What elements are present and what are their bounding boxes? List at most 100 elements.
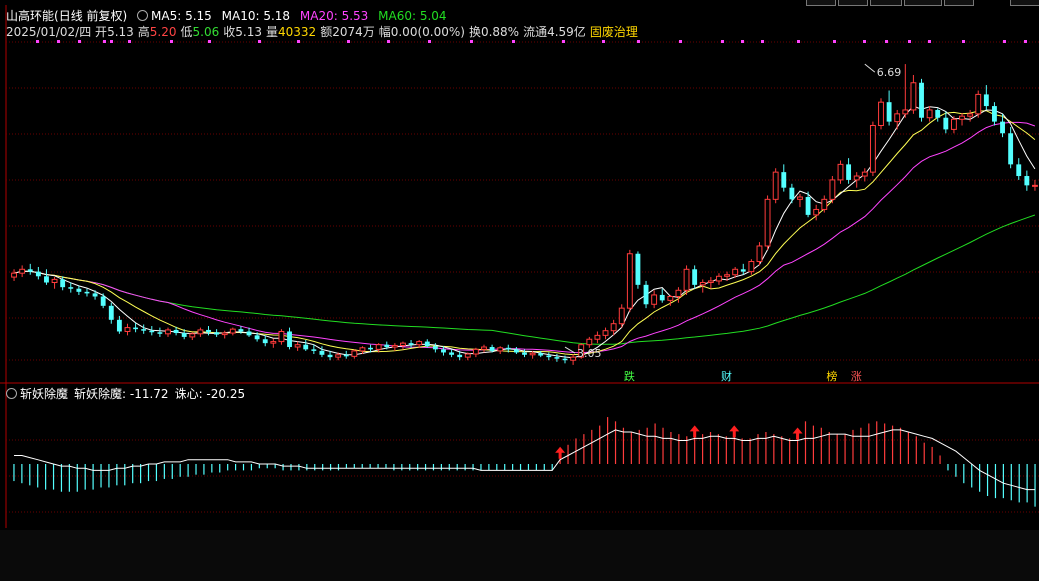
ma60-value: MA60: 5.04 <box>378 9 447 23</box>
candle-body <box>643 284 649 305</box>
candle-body <box>975 93 982 115</box>
period-label[interactable]: (日线 前复权) <box>54 9 127 23</box>
candle-body <box>391 344 398 348</box>
ma20-line <box>13 121 1036 354</box>
signal-dot <box>512 40 515 43</box>
candle-body <box>651 294 658 305</box>
signal-dot <box>347 40 350 43</box>
candle-body <box>667 296 674 301</box>
candle-body <box>133 327 139 330</box>
signal-dot <box>761 40 764 43</box>
indicator-name[interactable]: 斩妖除魔 <box>20 387 68 401</box>
signal-dot <box>637 40 640 43</box>
candle-body <box>84 291 90 294</box>
candle-body <box>983 94 989 107</box>
candle-body <box>894 113 901 123</box>
candle-body <box>538 353 544 356</box>
candle-body <box>294 344 301 348</box>
candle-body <box>124 327 131 332</box>
candle-body <box>287 331 292 348</box>
low-value: 5.06 <box>192 25 220 39</box>
candle-body <box>19 268 26 274</box>
candle-body <box>562 358 568 361</box>
volume-label: 量 <box>265 25 278 39</box>
open-label: 开 <box>95 25 108 39</box>
candle-body <box>464 353 471 358</box>
candle-body <box>950 118 957 130</box>
candle-body <box>359 347 366 352</box>
candle-body <box>400 342 406 346</box>
candle-body <box>707 280 714 284</box>
candle-body <box>659 294 665 301</box>
signal-dot <box>885 40 888 43</box>
candle-body <box>60 279 66 288</box>
signal-dot <box>928 40 931 43</box>
candle-body <box>602 330 609 336</box>
signal-dot <box>833 40 836 43</box>
candle-body <box>797 196 803 200</box>
candle-body <box>732 268 739 276</box>
candle-body <box>27 269 33 272</box>
candle-body <box>764 198 771 247</box>
candle-body <box>683 268 690 291</box>
candle-body <box>959 115 965 120</box>
candle-body <box>618 307 625 325</box>
candle-body <box>837 163 844 181</box>
signal-dot <box>962 40 965 43</box>
amount-value: 额2074万 <box>320 25 375 39</box>
concept-tag[interactable]: 固废治理 <box>590 25 638 39</box>
candle-body <box>716 275 722 282</box>
candle-body <box>594 334 601 340</box>
candle-body <box>853 175 860 181</box>
candle-body <box>375 344 382 350</box>
candle-body <box>197 329 204 335</box>
ohlc-info-line: 2025/01/02/四 开5.13 高5.20 低5.06 收5.13 量40332 额… <box>6 23 638 40</box>
candle-body <box>173 329 179 334</box>
signal-dot <box>1003 40 1006 43</box>
candle-body <box>432 346 438 350</box>
candle-body <box>416 341 423 346</box>
candle-body <box>368 347 373 350</box>
indicator-settings-icon[interactable] <box>6 388 17 399</box>
candle-body <box>278 330 285 343</box>
candle-body <box>157 332 163 334</box>
candle-body <box>335 354 342 358</box>
buy-signal-arrow <box>792 427 803 440</box>
signal-dot <box>908 40 911 43</box>
signal-dot <box>428 40 431 43</box>
event-tag: 财 <box>721 369 732 383</box>
close-label: 收 <box>223 25 236 39</box>
indicator-value: 斩妖除魔: -11.72 <box>74 387 169 401</box>
candle-body <box>489 347 495 351</box>
candle-body <box>902 109 909 115</box>
signal-dot <box>297 40 300 43</box>
ma5-line <box>13 105 1036 359</box>
candle-body <box>878 101 884 126</box>
signal-dot <box>721 40 724 43</box>
candle-body <box>626 253 633 309</box>
candle-body <box>497 347 504 352</box>
candle-body <box>505 347 511 350</box>
candle-body <box>529 352 536 356</box>
low-label: 低 <box>180 25 193 39</box>
candle-body <box>586 338 593 346</box>
candle-body <box>441 349 446 353</box>
signal-dot <box>679 40 682 43</box>
price-annotation-label: 6.69 <box>877 66 902 79</box>
candle-body <box>967 113 974 117</box>
bottom-strip <box>0 530 1039 581</box>
kline-chart[interactable]: 6.69 3.05 跌 财 榜 涨 <box>0 0 1039 530</box>
signal-dot <box>103 40 106 43</box>
signal-dot <box>1024 40 1027 43</box>
signal-dot <box>170 40 173 43</box>
candle-body <box>1032 184 1038 187</box>
candle-body <box>181 333 187 337</box>
candle-body <box>1024 176 1030 186</box>
candle-body <box>457 354 463 358</box>
candle-body <box>740 269 746 272</box>
ma-settings-icon[interactable] <box>137 10 149 21</box>
candle-body <box>1016 164 1022 177</box>
ma5-value: MA5: 5.15 <box>151 9 212 23</box>
candle-body <box>149 330 155 333</box>
candle-body <box>141 329 147 331</box>
